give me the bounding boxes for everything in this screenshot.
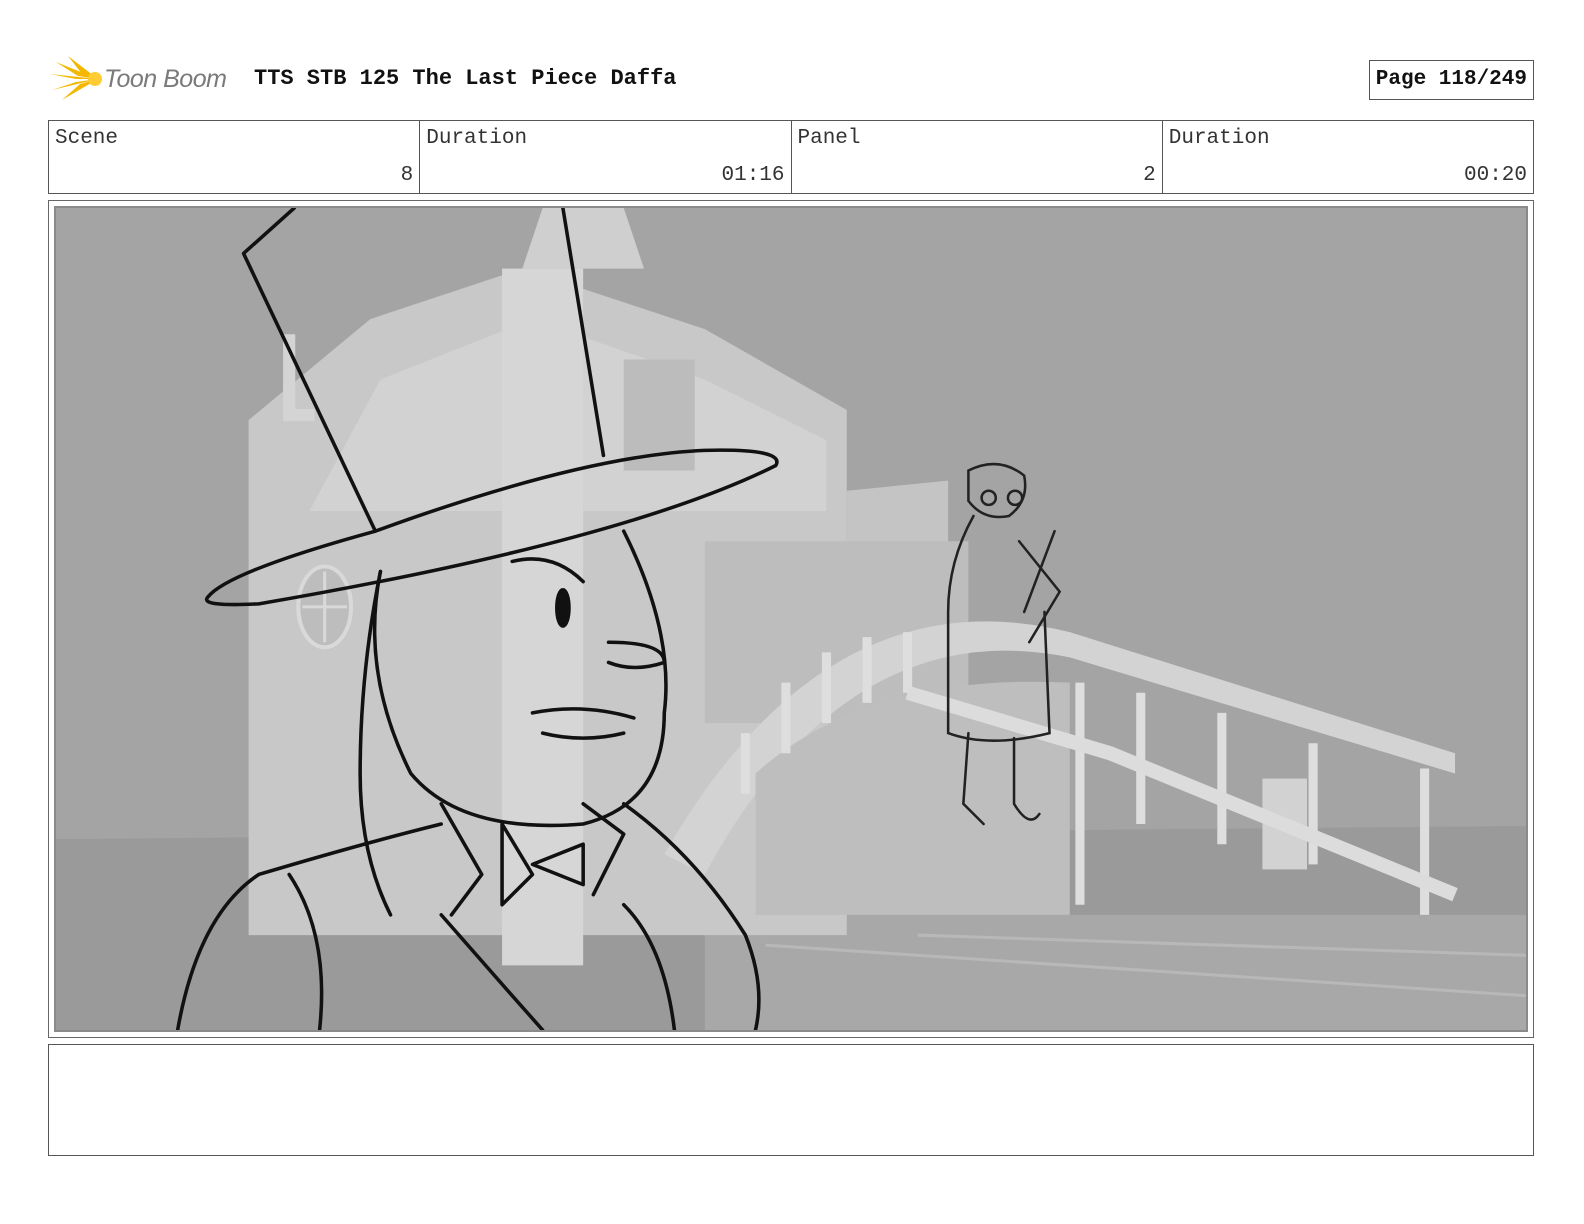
panel-duration-value: 00:20 xyxy=(1463,164,1527,187)
storyboard-sketch-image xyxy=(56,208,1526,1030)
panel-label: Panel xyxy=(797,127,861,150)
document-title: TTS STB 125 The Last Piece Daffa xyxy=(254,66,677,91)
starburst-icon xyxy=(50,56,102,100)
storyboard-panel xyxy=(48,200,1534,1038)
scene-label: Scene xyxy=(55,127,119,150)
panel-artwork xyxy=(54,206,1528,1032)
scene-info-table: Scene 8 Duration 01:16 Panel 2 Duration … xyxy=(48,120,1534,194)
panel-duration-label: Duration xyxy=(1168,127,1270,150)
scene-value: 8 xyxy=(400,164,414,187)
panel-notes-box xyxy=(48,1044,1534,1156)
toon-boom-logo: Toon Boom xyxy=(48,56,238,102)
page-header: Toon Boom TTS STB 125 The Last Piece Daf… xyxy=(48,52,1534,108)
panel-cell: Panel 2 xyxy=(792,121,1163,193)
scene-duration-cell: Duration 01:16 xyxy=(420,121,792,193)
scene-duration-label: Duration xyxy=(426,127,528,150)
panel-duration-cell: Duration 00:20 xyxy=(1163,121,1533,193)
page-number-badge: Page 118/249 xyxy=(1368,60,1534,100)
scene-duration-value: 01:16 xyxy=(721,164,785,187)
logo-text: Toon Boom xyxy=(104,65,227,93)
panel-value: 2 xyxy=(1143,164,1156,187)
scene-cell: Scene 8 xyxy=(49,121,421,193)
